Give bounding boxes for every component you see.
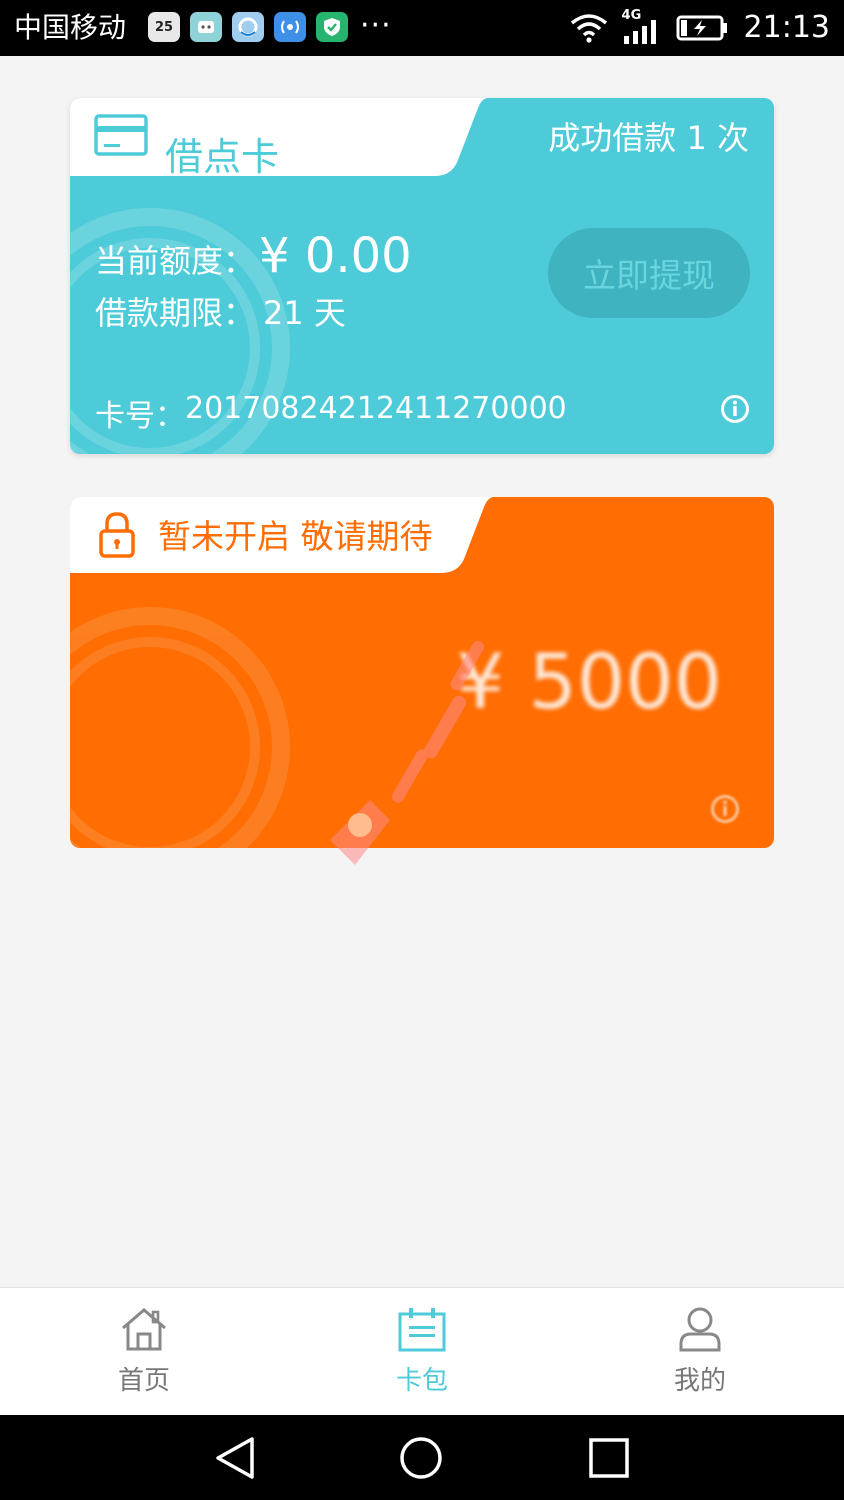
locked-card[interactable]: 暂未开启 敬请期待 ¥ 5000 <box>70 497 774 848</box>
loan-card[interactable]: 借点卡 成功借款 1 次 当前额度： ¥ 0.00 借款期限： 21 天 立即提… <box>70 98 774 454</box>
battery-charging-icon <box>676 15 727 41</box>
card-wallet-icon <box>398 1308 446 1352</box>
nav-tab-home[interactable]: 首页 <box>74 1288 214 1416</box>
clock: 21:13 <box>743 10 830 45</box>
status-bar: 中国移动 25 ··· 4G 21:13 <box>0 0 844 56</box>
notification-icons: 25 <box>148 12 348 44</box>
withdraw-button[interactable]: 立即提现 <box>548 228 750 318</box>
system-navigation-bar <box>0 1415 844 1500</box>
home-icon <box>122 1308 166 1351</box>
loan-term: 借款期限： 21 天 <box>95 288 346 334</box>
wifi-icon <box>570 14 607 43</box>
app-notification-icon <box>190 12 222 42</box>
profile-icon <box>679 1307 721 1352</box>
home-circle-icon[interactable] <box>398 1435 444 1481</box>
nav-tab-card-wallet[interactable]: 卡包 <box>352 1288 492 1416</box>
lock-icon <box>99 512 135 558</box>
info-icon[interactable] <box>710 794 740 824</box>
more-notifications-icon: ··· <box>360 8 392 43</box>
quota-value: ¥ 0.00 <box>259 228 412 284</box>
locked-card-title: 暂未开启 敬请期待 <box>158 517 433 556</box>
term-value: 21 天 <box>263 294 346 332</box>
carrier-name: 中国移动 <box>14 11 127 44</box>
card-title: 借点卡 <box>165 135 280 179</box>
browser-notification-icon <box>232 12 264 42</box>
card-number-value: 20170824212411270000 <box>185 391 567 426</box>
security-shield-icon <box>316 12 348 42</box>
term-label: 借款期限： <box>95 294 256 332</box>
card-number-label: 卡号： <box>95 399 185 434</box>
nav-label-home: 首页 <box>117 1366 170 1396</box>
nav-label-card-wallet: 卡包 <box>395 1366 448 1396</box>
current-quota: 当前额度： ¥ 0.00 <box>95 228 412 284</box>
success-loan-count: 成功借款 1 次 <box>548 119 749 157</box>
calendar-icon: 25 <box>148 12 180 42</box>
recents-icon[interactable] <box>588 1437 630 1479</box>
wifi-share-icon <box>274 12 306 42</box>
cellular-signal-icon: 4G <box>622 8 662 46</box>
coin-watermark-icon <box>70 607 290 848</box>
nav-tab-profile[interactable]: 我的 <box>630 1288 770 1416</box>
bottom-navigation: 首页 卡包 我的 <box>0 1287 844 1416</box>
quota-label: 当前额度： <box>95 242 256 280</box>
back-icon[interactable] <box>212 1435 258 1481</box>
info-icon[interactable] <box>720 394 750 424</box>
locked-amount: ¥ 5000 <box>456 637 722 726</box>
card-number: 卡号： 20170824212411270000 <box>95 391 567 435</box>
credit-card-icon <box>94 114 148 156</box>
nav-label-profile: 我的 <box>673 1366 726 1396</box>
